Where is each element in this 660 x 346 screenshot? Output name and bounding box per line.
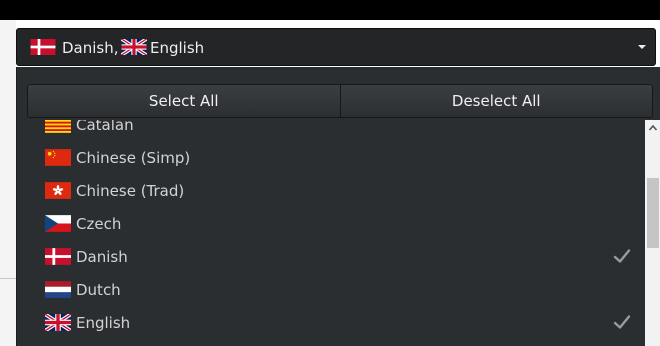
list-item-english[interactable]: English <box>17 308 643 341</box>
selected-value-danish: Danish, <box>62 39 119 57</box>
list-item-danish[interactable]: Danish <box>17 242 643 275</box>
uk-flag-icon <box>121 39 147 55</box>
scroll-up-arrow-icon[interactable] <box>645 120 660 136</box>
language-label: Catalan <box>76 120 134 134</box>
select-all-button[interactable]: Select All <box>28 85 340 117</box>
netherlands-flag-icon <box>45 281 71 298</box>
checkmark-icon <box>613 249 631 263</box>
language-label: Dutch <box>76 281 121 299</box>
bulk-action-bar: Select All Deselect All <box>27 84 653 118</box>
backdrop-divider <box>0 278 16 279</box>
list-item-dutch[interactable]: Dutch <box>17 275 643 308</box>
checkmark-icon <box>613 315 631 329</box>
list-item-chinese-trad[interactable]: Chinese (Trad) <box>17 176 643 209</box>
language-label: Danish <box>76 248 128 266</box>
language-label: English <box>76 314 131 332</box>
list-item-chinese-simp[interactable]: Chinese (Simp) <box>17 143 643 176</box>
language-label: Chinese (Simp) <box>76 149 191 167</box>
caret-down-icon[interactable] <box>638 45 646 49</box>
denmark-flag-icon <box>45 248 71 265</box>
uk-flag-icon <box>45 314 71 331</box>
language-label: Czech <box>76 215 122 233</box>
denmark-flag-icon <box>30 39 56 55</box>
scrollbar[interactable] <box>645 120 660 346</box>
selected-value-english: English <box>150 39 205 57</box>
language-dropdown: Select All Deselect All Catalan Chinese … <box>16 67 660 346</box>
deselect-all-button[interactable]: Deselect All <box>339 85 653 117</box>
language-select[interactable]: Danish, English <box>16 28 656 66</box>
scrollbar-thumb[interactable] <box>647 178 659 248</box>
page-backdrop <box>0 20 16 346</box>
list-item-catalan[interactable]: Catalan <box>17 120 643 143</box>
czech-flag-icon <box>45 215 71 232</box>
china-flag-icon <box>45 149 71 166</box>
list-item-czech[interactable]: Czech <box>17 209 643 242</box>
top-bar <box>0 0 660 20</box>
hong-kong-flag-icon <box>45 182 71 199</box>
catalan-flag-icon <box>45 120 71 133</box>
language-label: Chinese (Trad) <box>76 182 185 200</box>
language-list: Catalan Chinese (Simp) Chinese (Trad) Cz… <box>17 120 643 346</box>
